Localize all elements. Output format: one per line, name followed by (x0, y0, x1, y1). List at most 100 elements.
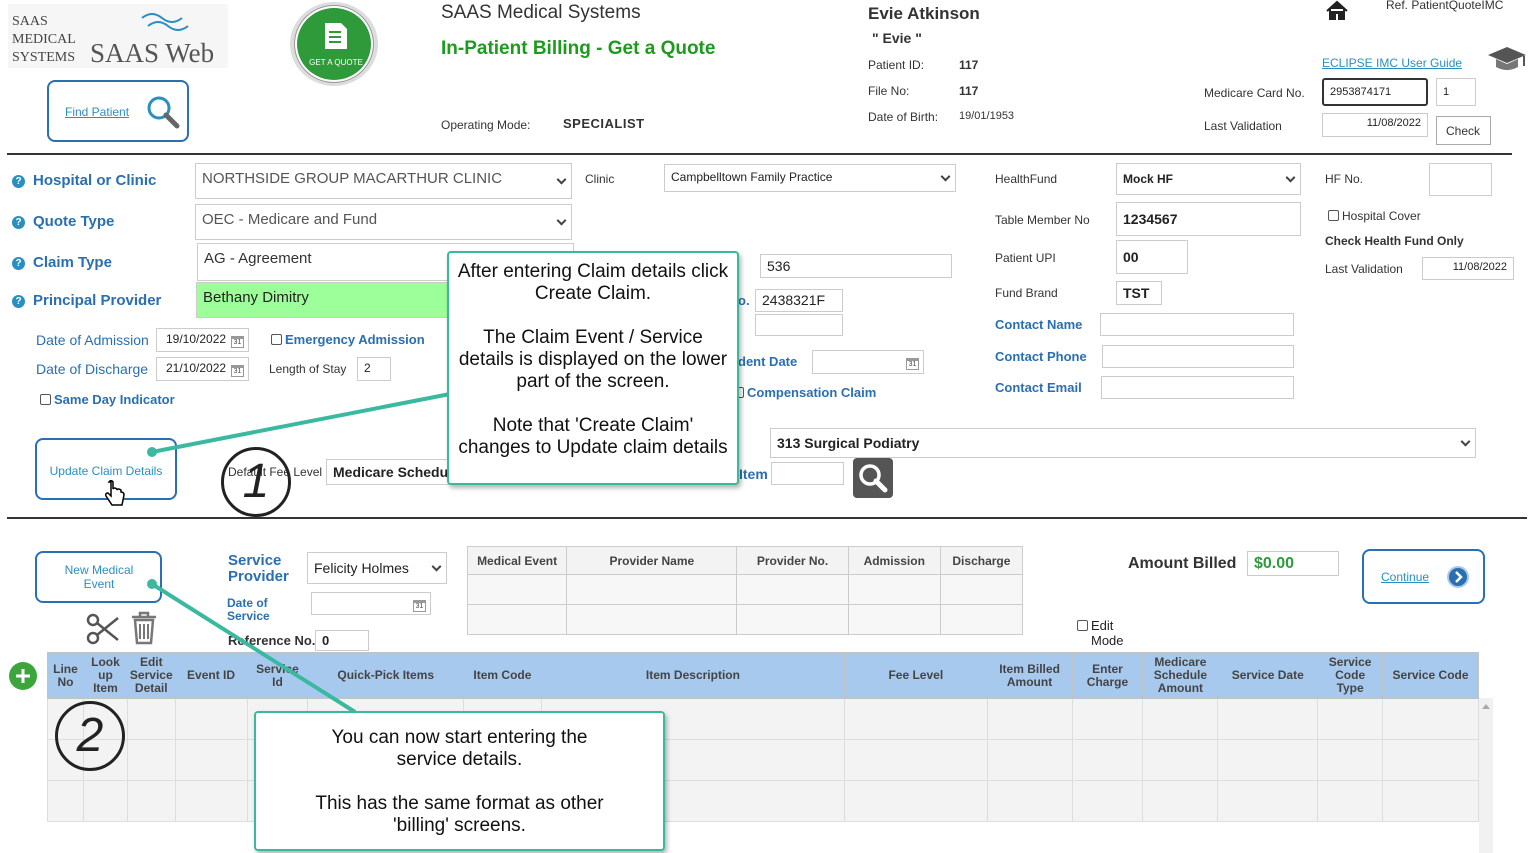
scissors-icon[interactable] (86, 612, 120, 646)
same-day-indicator-checkbox[interactable]: Same Day Indicator (40, 392, 175, 407)
scroll-up-arrow[interactable] (1482, 704, 1490, 709)
reference-no-label: Reference No. (228, 633, 316, 648)
speciality-select[interactable]: 313 Surgical Podiatry (770, 428, 1476, 458)
patient-upi-input[interactable]: 00 (1116, 240, 1188, 274)
trash-icon[interactable] (130, 611, 158, 645)
col-line-no[interactable]: Line No (47, 652, 84, 699)
graduation-cap-icon[interactable] (1486, 44, 1528, 76)
date-of-service-input[interactable]: 31 (311, 592, 431, 615)
user-guide-link[interactable]: ECLIPSE IMC User Guide (1322, 56, 1462, 70)
col-service-id[interactable]: Service Id (246, 652, 309, 699)
continue-button[interactable]: Continue (1362, 549, 1485, 604)
admission-date-input[interactable]: 19/10/2022 31 (156, 328, 249, 352)
callout-2-line-1: You can now start entering the service d… (331, 727, 588, 770)
fund-brand-input[interactable]: TST (1116, 281, 1162, 305)
add-icon[interactable] (8, 661, 38, 691)
help-icon[interactable]: ? (12, 216, 25, 229)
calendar-icon[interactable]: 31 (906, 358, 919, 370)
table-row[interactable] (466, 574, 1024, 605)
medical-event-table: Medical Event Provider Name Provider No.… (466, 546, 1024, 635)
checkbox[interactable] (271, 334, 282, 345)
table-member-input[interactable]: 1234567 (1116, 202, 1301, 236)
col-fee-level[interactable]: Fee Level (844, 652, 988, 699)
col-quick-pick-items[interactable]: Quick-Pick Items (307, 652, 465, 699)
medicare-card-input[interactable]: 2953874171 (1322, 78, 1428, 106)
clinic-select[interactable]: Campbelltown Family Practice (664, 164, 956, 192)
contact-email-input[interactable] (1101, 376, 1294, 399)
hospital-select[interactable]: NORTHSIDE GROUP MACARTHUR CLINIC (195, 163, 572, 199)
item-partial-label: Item (739, 466, 768, 482)
check-health-fund-only[interactable]: Check Health Fund Only (1325, 234, 1464, 248)
service-provider-select[interactable]: Felicity Holmes (307, 552, 447, 584)
check-button[interactable]: Check (1436, 116, 1491, 145)
contact-name-input[interactable] (1100, 313, 1294, 336)
blank-input[interactable] (755, 314, 843, 336)
medicare-last-validation-label: Last Validation (1204, 119, 1282, 133)
length-of-stay-input[interactable]: 2 (357, 357, 391, 381)
contact-phone-input[interactable] (1102, 345, 1294, 368)
checkbox[interactable] (40, 394, 51, 405)
hospital-label: ? Hospital or Clinic (12, 172, 156, 189)
hand-cursor-icon (105, 480, 125, 506)
col-enter-charge[interactable]: Enter Charge (1071, 652, 1144, 699)
col-item-code[interactable]: Item Code (463, 652, 542, 699)
default-fee-level-select[interactable]: Medicare Schedu (326, 459, 450, 485)
find-patient-button[interactable]: Find Patient (47, 80, 189, 142)
emergency-admission-checkbox[interactable]: Emergency Admission (271, 332, 425, 347)
logo-text-2: MEDICAL (12, 32, 76, 47)
patient-id-value: 117 (959, 58, 979, 72)
col-provider-no[interactable]: Provider No. (736, 546, 849, 575)
field-536[interactable]: 536 (760, 254, 952, 278)
home-icon[interactable] (1325, 0, 1349, 20)
get-a-quote-badge[interactable]: GET A QUOTE (290, 2, 378, 86)
healthfund-select[interactable]: Mock HF (1116, 163, 1301, 195)
medicare-irn-input[interactable]: 1 (1436, 78, 1476, 106)
principal-provider-select[interactable]: Bethany Dimitry (196, 282, 456, 318)
calendar-icon[interactable]: 31 (231, 336, 244, 348)
checkbox[interactable] (1328, 210, 1339, 221)
hospital-cover-checkbox[interactable]: Hospital Cover (1328, 209, 1421, 223)
accident-date-input[interactable]: 31 (812, 350, 924, 374)
dob-label: Date of Birth: (868, 110, 939, 124)
page-title: In-Patient Billing - Get a Quote (441, 38, 716, 59)
company-name: SAAS Medical Systems (441, 2, 641, 23)
compensation-claim-checkbox[interactable]: Compensation Claim (736, 385, 876, 400)
col-provider-name[interactable]: Provider Name (566, 546, 738, 575)
calendar-icon[interactable]: 31 (413, 600, 426, 612)
file-no-value: 117 (959, 84, 979, 98)
fund-last-validation-label: Last Validation (1325, 262, 1403, 276)
claim-type-label: ? Claim Type (12, 254, 112, 271)
col-item-description[interactable]: Item Description (540, 652, 846, 699)
contact-name-label: Contact Name (995, 317, 1083, 332)
col-event-id[interactable]: Event ID (174, 652, 248, 699)
discharge-date-input[interactable]: 21/10/2022 31 (156, 357, 249, 381)
col-medical-event[interactable]: Medical Event (466, 546, 568, 575)
table-row[interactable] (466, 604, 1024, 635)
item-search-button[interactable] (853, 458, 893, 498)
step-2-marker: 2 (55, 701, 125, 771)
calendar-icon[interactable]: 31 (231, 365, 244, 377)
new-medical-event-button[interactable]: New Medical Event (35, 551, 162, 603)
quote-type-select[interactable]: OEC - Medicare and Fund (195, 204, 572, 240)
patient-id-label: Patient ID: (868, 58, 925, 72)
col-edit-service-detail[interactable]: Edit Service Detail (126, 652, 176, 699)
patient-upi-label: Patient UPI (995, 251, 1056, 265)
col-look-up-item[interactable]: Look up Item (82, 652, 128, 699)
hf-no-input[interactable] (1429, 163, 1492, 196)
help-icon[interactable]: ? (12, 295, 25, 308)
reference-no-input[interactable]: 0 (315, 630, 369, 651)
help-icon[interactable]: ? (12, 175, 25, 188)
item-search-input[interactable] (771, 462, 844, 485)
col-medicare-schedule-amount[interactable]: Medicare Schedule Amount (1142, 652, 1219, 699)
col-discharge[interactable]: Discharge (939, 546, 1024, 575)
grid-scrollbar[interactable] (1479, 698, 1493, 853)
col-admission[interactable]: Admission (847, 546, 941, 575)
checkbox[interactable] (1077, 620, 1088, 631)
col-item-billed-amount[interactable]: Item Billed Amount (986, 652, 1073, 699)
col-service-code-type[interactable]: Service Code Type (1317, 652, 1384, 699)
provider-no-input[interactable]: 2438321F (755, 289, 843, 312)
col-service-date[interactable]: Service Date (1217, 652, 1319, 699)
col-service-code[interactable]: Service Code (1382, 652, 1479, 699)
help-icon[interactable]: ? (12, 257, 25, 270)
edit-mode-checkbox[interactable]: Edit Mode (1077, 618, 1131, 648)
